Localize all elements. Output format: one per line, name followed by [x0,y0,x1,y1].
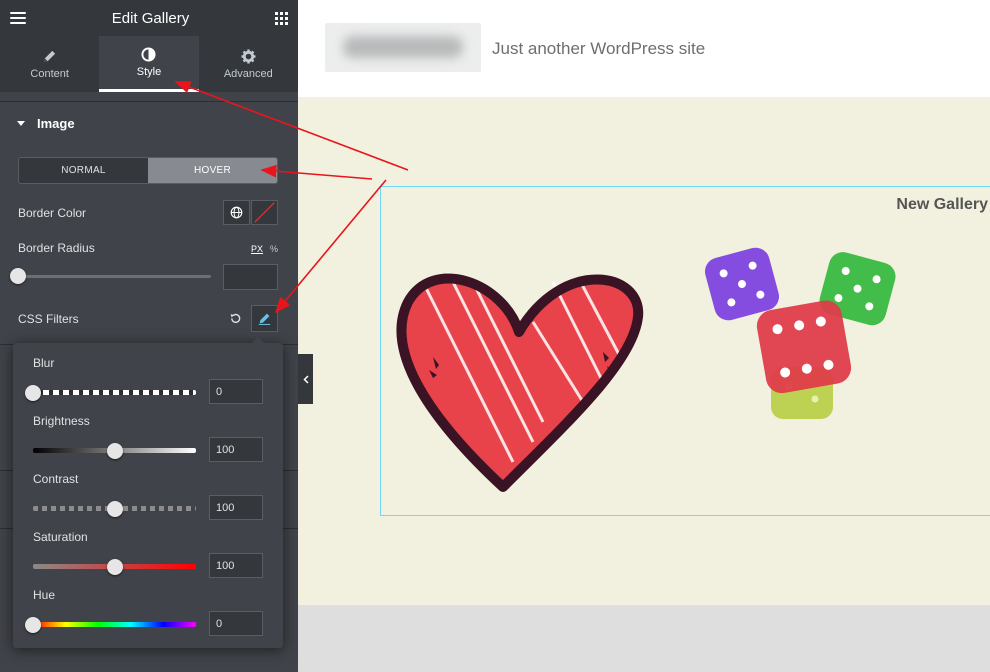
border-radius-input[interactable] [223,264,278,290]
global-colors-button[interactable] [223,200,250,225]
hue-slider-handle[interactable] [25,617,41,633]
filter-blur-label: Blur [33,356,55,370]
filter-contrast-label: Contrast [33,472,79,486]
unit-switcher: PX % [251,244,278,254]
border-color-control [223,200,278,225]
filter-hue-label: Hue [33,588,56,602]
normal-tab[interactable]: NORMAL [19,158,148,183]
panel-header: Edit Gallery [0,0,298,36]
gallery-title: New Gallery [896,196,988,213]
color-picker-swatch[interactable] [251,200,278,225]
section-image-header[interactable]: Image [0,101,298,145]
border-color-label: Border Color [18,206,87,220]
tab-advanced[interactable]: Advanced [199,36,298,92]
tab-advanced-label: Advanced [223,67,273,80]
caret-down-icon [17,121,25,126]
hue-value-input[interactable]: 0 [209,611,263,636]
heart-image[interactable] [393,262,645,497]
filter-brightness-label: Brightness [33,414,90,428]
collapse-panel-button[interactable] [298,354,313,404]
no-color-slash-icon [254,202,275,223]
saturation-slider-handle[interactable] [106,559,123,575]
blur-slider-handle[interactable] [25,385,41,401]
css-filters-edit-button[interactable] [251,305,278,332]
hamburger-menu-icon[interactable] [10,12,26,24]
contrast-value-input[interactable]: 100 [209,495,263,520]
site-header: Just another WordPress site [298,0,990,97]
state-toggle: NORMAL HOVER [18,157,278,184]
filter-saturation-label: Saturation [33,530,88,544]
site-tagline: Just another WordPress site [492,39,706,58]
half-circle-icon [141,47,157,62]
filter-brightness: Brightness 100 [33,414,263,462]
reset-icon[interactable] [229,312,242,325]
filter-saturation: Saturation 100 [33,530,263,578]
hue-slider-track[interactable] [33,622,196,627]
contrast-slider-handle[interactable] [106,501,123,517]
section-image-title: Image [37,116,75,131]
border-radius-label: Border Radius [18,241,95,255]
tab-style-label: Style [136,66,162,78]
widgets-grid-icon[interactable] [275,11,288,25]
gear-icon [241,48,256,64]
border-radius-slider-handle[interactable] [10,268,26,284]
preview-area: Just another WordPress site New Gallery [298,0,990,672]
tab-content-label: Content [30,67,69,80]
unit-percent[interactable]: % [270,244,278,254]
tab-style[interactable]: Style [99,36,199,92]
blur-value-input[interactable]: 0 [209,379,263,404]
chevron-left-icon [302,374,309,384]
border-radius-slider-track[interactable] [18,275,211,278]
saturation-value-input[interactable]: 100 [209,553,263,578]
tab-content[interactable]: Content [0,36,99,92]
css-filters-label: CSS Filters [18,312,79,326]
hover-tab[interactable]: HOVER [148,158,277,183]
panel-title: Edit Gallery [111,9,190,27]
site-logo-blurred[interactable] [325,23,481,72]
page-content: New Gallery [298,97,990,605]
filter-blur: Blur 0 [25,356,263,404]
pencil-edit-icon [258,313,271,325]
popover-arrow [251,337,265,344]
panel-tabs: Content Style Advanced [0,36,298,92]
brightness-value-input[interactable]: 100 [209,437,263,462]
globe-icon [230,206,243,219]
css-filters-popover: Blur 0 Brightness 100 Contrast 100 Satur… [13,343,283,648]
filter-contrast: Contrast 100 [33,472,263,520]
blur-slider-track[interactable] [33,390,196,395]
unit-px[interactable]: PX [251,244,263,254]
brightness-slider-handle[interactable] [106,443,123,459]
gallery-widget[interactable]: New Gallery [380,186,990,516]
pencil-icon [44,50,56,62]
dice-image[interactable] [699,247,899,427]
filter-hue: Hue 0 [25,588,263,636]
